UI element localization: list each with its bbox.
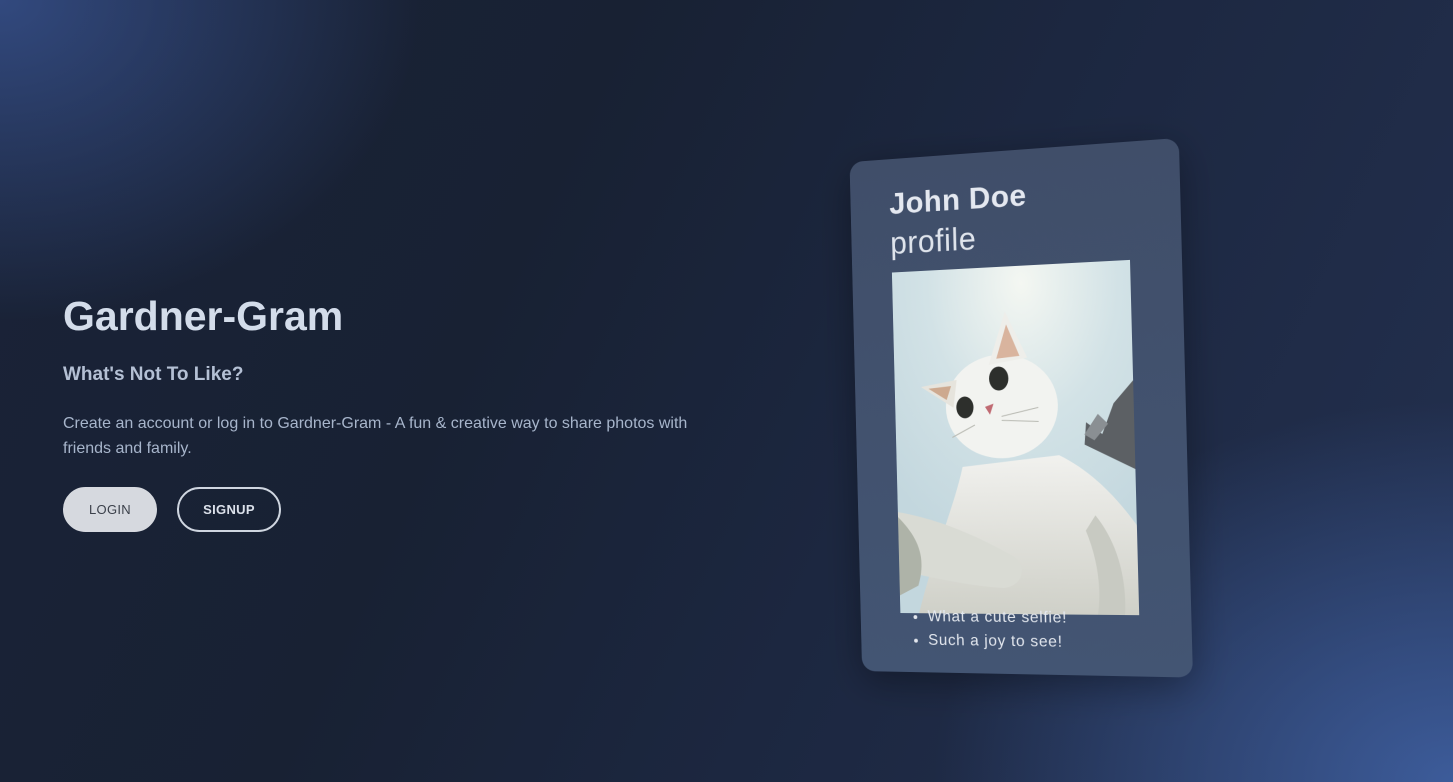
comment-item: What a cute selfie! [927,605,1067,630]
comment-list: What a cute selfie! Such a joy to see! [910,605,1068,655]
tagline: What's Not To Like? [63,364,244,385]
cat-photo-illustration [891,259,1140,616]
comment-item: Such a joy to see! [928,629,1068,655]
app-title: Gardner-Gram [63,293,344,339]
profile-label: profile [889,220,977,261]
profile-photo[interactable] [891,259,1140,616]
profile-card[interactable]: John Doe profile • What a cute selfie! •… [849,137,1193,678]
auth-actions: LOGIN SIGNUP [63,487,703,532]
profile-name: John Doe [888,177,1027,221]
app-description: Create an account or log in to Gardner-G… [63,415,688,457]
signup-button[interactable]: SIGNUP [177,487,281,532]
profile-card-stage: John Doe profile • What a cute selfie! •… [846,137,1193,678]
login-button[interactable]: LOGIN [63,487,157,532]
hero-section: Gardner-Gram What's Not To Like? Create … [63,288,703,532]
